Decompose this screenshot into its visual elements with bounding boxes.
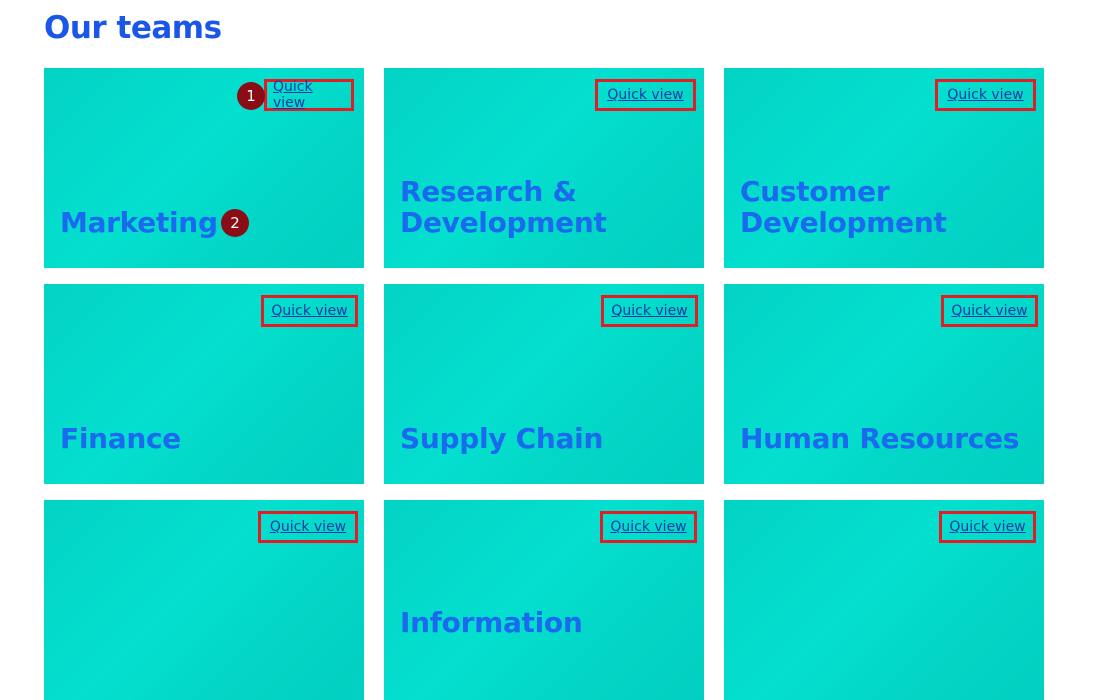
- annotation-badge-1: 1: [237, 82, 265, 110]
- team-card-information[interactable]: Quick view Information: [384, 500, 704, 700]
- team-card-title: Marketing: [60, 206, 218, 239]
- team-card-title: Information: [400, 606, 583, 639]
- team-card-title: Supply Chain: [400, 422, 604, 455]
- team-card-research-development[interactable]: Quick view Research & Development: [384, 68, 704, 268]
- quick-view-link[interactable]: Quick view: [600, 511, 697, 543]
- quick-view-link[interactable]: Quick view: [264, 79, 354, 111]
- team-card-human-resources[interactable]: Quick view Human Resources: [724, 284, 1044, 484]
- team-card-supply-chain[interactable]: Quick view Supply Chain: [384, 284, 704, 484]
- quick-view-link[interactable]: Quick view: [601, 295, 698, 327]
- team-card-title: Human Resources: [740, 422, 1020, 455]
- team-card-title: Customer Development: [740, 175, 947, 239]
- quick-view-link[interactable]: Quick view: [939, 511, 1036, 543]
- team-card-finance[interactable]: Quick view Finance: [44, 284, 364, 484]
- quick-view-link[interactable]: Quick view: [258, 511, 358, 543]
- team-card-9[interactable]: Quick view: [724, 500, 1044, 700]
- quick-view-link[interactable]: Quick view: [595, 79, 696, 111]
- page-title: Our teams: [44, 10, 222, 46]
- team-card-customer-development[interactable]: Quick view Customer Development: [724, 68, 1044, 268]
- team-card-title: Finance: [60, 422, 181, 455]
- teams-grid: Quick view 1 Marketing 2 Quick view Rese…: [44, 68, 1044, 700]
- quick-view-link[interactable]: Quick view: [935, 79, 1036, 111]
- team-card-marketing[interactable]: Quick view 1 Marketing 2: [44, 68, 364, 268]
- team-card-title: Research & Development: [400, 175, 607, 239]
- quick-view-link[interactable]: Quick view: [941, 295, 1038, 327]
- team-card-7[interactable]: Quick view: [44, 500, 364, 700]
- annotation-badge-2: 2: [221, 209, 249, 237]
- quick-view-link[interactable]: Quick view: [261, 295, 358, 327]
